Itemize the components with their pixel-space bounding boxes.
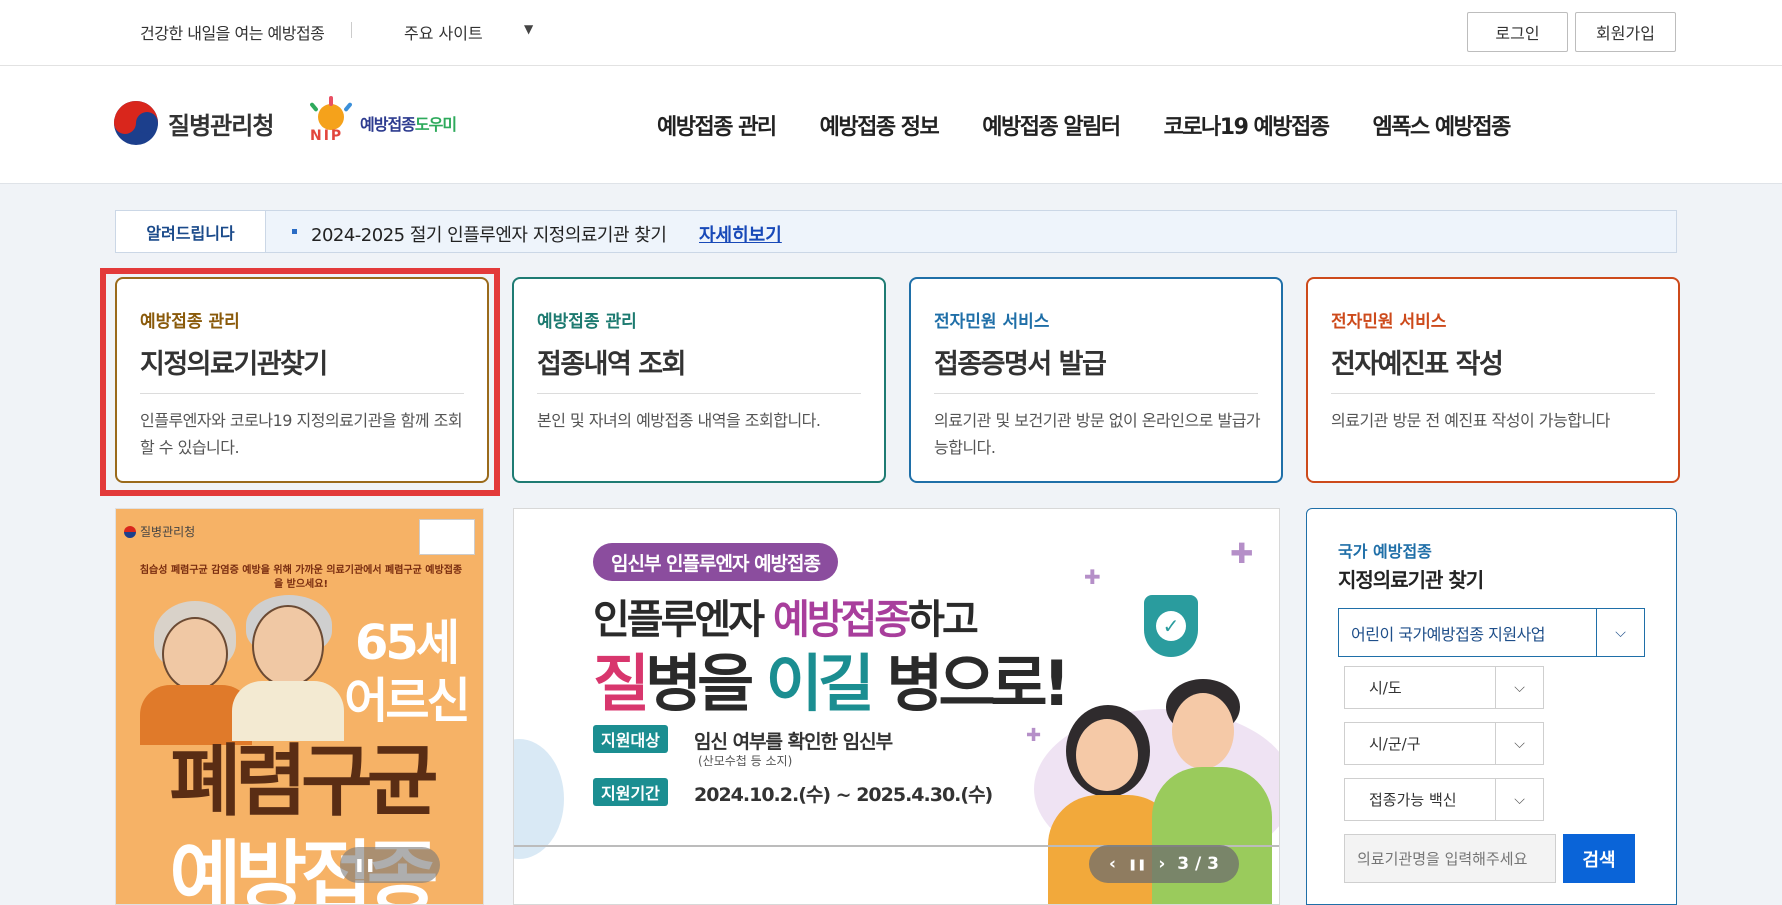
sido-select-value: 시/도 (1369, 679, 1402, 697)
major-sites-dropdown[interactable]: 주요 사이트 (404, 20, 483, 44)
card-e-prescreening-form[interactable]: 전자민원 서비스 전자예진표 작성 의료기관 방문 전 예진표 작성이 가능합니… (1306, 277, 1680, 483)
card-vaccination-certificate[interactable]: 전자민원 서비스 접종증명서 발급 의료기관 및 보건기관 방문 없이 온라인으… (909, 277, 1283, 483)
poster-age-text: 65세 어르신 (344, 615, 470, 729)
nav-covid19-vaccination[interactable]: 코로나19 예방접종 (1164, 109, 1330, 141)
slide-controls: ‹ ❚❚ › 3 / 3 (1089, 845, 1239, 883)
slide-tag-period: 지원기간 (593, 778, 668, 806)
elderly-woman-face (162, 617, 228, 691)
chevron-down-icon[interactable]: ⌵ (1495, 667, 1543, 708)
chevron-down-icon[interactable]: ⌵ (1495, 723, 1543, 764)
sido-select[interactable]: 시/도 ⌵ (1344, 666, 1544, 709)
highlight-box (100, 268, 500, 496)
main-nav: 예방접종 관리 예방접종 정보 예방접종 알림터 코로나19 예방접종 엠폭스 … (657, 109, 1554, 141)
divider (934, 393, 1258, 394)
search-panel-subtitle: 국가 예방접종 (1338, 542, 1432, 561)
main-slide-banner[interactable]: 임신부 인플루엔자 예방접종 인플루엔자 예방접종하고 질병을 이길 병으로! … (513, 508, 1280, 905)
divider (351, 22, 352, 38)
pneumococcal-poster-banner[interactable]: 질병관리청 침습성 폐렴구균 감염증 예방을 위해 가까운 의료기관에서 폐렴구… (115, 508, 484, 905)
nav-vaccination-management[interactable]: 예방접종 관리 (657, 109, 777, 141)
plus-icon: ✚ (1026, 725, 1042, 746)
nip-mark-text: NIP (310, 128, 344, 144)
search-panel-title: 지정의료기관 찾기 (1338, 568, 1484, 592)
vaccine-select[interactable]: 접종가능 백신 ⌵ (1344, 778, 1544, 821)
plus-icon: ✚ (1084, 565, 1101, 589)
card-title: 접종증명서 발급 (934, 349, 1107, 380)
plus-icon: ✚ (1230, 537, 1254, 570)
card-category: 전자민원 서비스 (1331, 312, 1447, 332)
slide-target-note: (산모수첩 등 소지) (698, 754, 793, 768)
poster-pause-button[interactable]: ❚❚ (340, 847, 440, 883)
kdca-name: 질병관리청 (168, 111, 274, 140)
nav-vaccination-info[interactable]: 예방접종 정보 (820, 109, 940, 141)
notice-label: 알려드립니다 (116, 211, 266, 252)
slide-category-pill: 임신부 인플루엔자 예방접종 (593, 543, 838, 581)
slide-period-info: 2024.10.2.(수) ~ 2025.4.30.(수) (694, 784, 993, 806)
login-button[interactable]: 로그인 (1467, 12, 1568, 52)
card-description: 본인 및 자녀의 예방접종 내역을 조회합니다. (537, 411, 821, 430)
slide-headline-2: 질병을 이길 병으로! (593, 647, 1071, 720)
notice-bar: 알려드립니다 2024-2025 절기 인플루엔자 지정의료기관 찾기 자세히보… (115, 210, 1677, 253)
slide-tag-target: 지원대상 (593, 725, 668, 753)
slogan-text: 건강한 내일을 여는 예방접종 (140, 24, 325, 43)
card-title: 전자예진표 작성 (1331, 349, 1504, 380)
nip-logo[interactable]: NIP 예방접종도우미 (308, 96, 457, 146)
elderly-man-face (252, 605, 324, 687)
card-vaccination-history[interactable]: 예방접종 관리 접종내역 조회 본인 및 자녀의 예방접종 내역을 조회합니다. (512, 277, 886, 483)
pause-icon: ❚❚ (354, 857, 376, 873)
vaccine-select-value: 접종가능 백신 (1369, 791, 1457, 809)
background-blob (514, 739, 564, 859)
kdca-logo-icon (124, 525, 136, 538)
chevron-down-icon[interactable]: ▼ (524, 22, 533, 36)
kdca-logo[interactable]: 질병관리청 (114, 101, 274, 145)
signup-button[interactable]: 회원가입 (1575, 12, 1676, 52)
bullet-icon (292, 229, 297, 234)
divider (537, 393, 861, 394)
sigungu-select-value: 시/군/구 (1369, 735, 1421, 753)
pause-slide-button[interactable]: ❚❚ (1128, 858, 1146, 871)
card-title: 접종내역 조회 (537, 349, 686, 380)
card-category: 전자민원 서비스 (934, 312, 1050, 332)
chevron-down-icon[interactable]: ⌵ (1495, 779, 1543, 820)
card-description: 의료기관 방문 전 예진표 작성이 가능합니다 (1331, 411, 1610, 430)
taegeuk-icon (114, 101, 158, 145)
nip-name: 예방접종도우미 (360, 115, 457, 134)
nip-sun-icon: NIP (308, 96, 354, 146)
program-select[interactable]: 어린이 국가예방접종 지원사업 ⌵ (1338, 608, 1645, 657)
chevron-down-icon[interactable]: ⌵ (1596, 609, 1644, 656)
poster-subtitle: 침습성 폐렴구균 감염증 예방을 위해 가까운 의료기관에서 폐렴구균 예방접종… (139, 565, 463, 590)
card-description: 의료기관 및 보건기관 방문 없이 온라인으로 발급가능합니다. (934, 411, 1261, 457)
designated-clinic-search-panel: 국가 예방접종 지정의료기관 찾기 어린이 국가예방접종 지원사업 ⌵ 시/도 … (1306, 508, 1677, 905)
poster-brand: 질병관리청 (124, 523, 195, 540)
woman-face (1076, 719, 1138, 791)
notice-text[interactable]: 2024-2025 절기 인플루엔자 지정의료기관 찾기 (311, 221, 667, 247)
search-button[interactable]: 검색 (1563, 834, 1635, 883)
sigungu-select[interactable]: 시/군/구 ⌵ (1344, 722, 1544, 765)
nav-vaccination-notice[interactable]: 예방접종 알림터 (982, 109, 1121, 141)
man-body (1152, 767, 1272, 904)
card-category: 예방접종 관리 (537, 312, 637, 332)
top-utility-bar: 건강한 내일을 여는 예방접종 주요 사이트 ▼ 로그인 회원가입 (0, 0, 1782, 66)
shield-check-icon: ✓ (1144, 595, 1198, 657)
next-slide-button[interactable]: › (1158, 854, 1165, 874)
man-face (1172, 693, 1234, 769)
poster-stamp-box (419, 519, 475, 555)
divider (1331, 393, 1655, 394)
site-header: 질병관리청 NIP 예방접종도우미 예방접종 관리 예방접종 정보 예방접종 알… (0, 66, 1782, 184)
program-select-value: 어린이 국가예방접종 지원사업 (1351, 624, 1546, 644)
nav-mpox-vaccination[interactable]: 엠폭스 예방접종 (1373, 109, 1512, 141)
slide-counter: 3 / 3 (1177, 854, 1219, 874)
prev-slide-button[interactable]: ‹ (1109, 854, 1116, 874)
slide-target-info: 임신 여부를 확인한 임신부 (694, 731, 893, 753)
notice-more-link[interactable]: 자세히보기 (699, 221, 782, 247)
clinic-name-input[interactable] (1344, 834, 1556, 883)
